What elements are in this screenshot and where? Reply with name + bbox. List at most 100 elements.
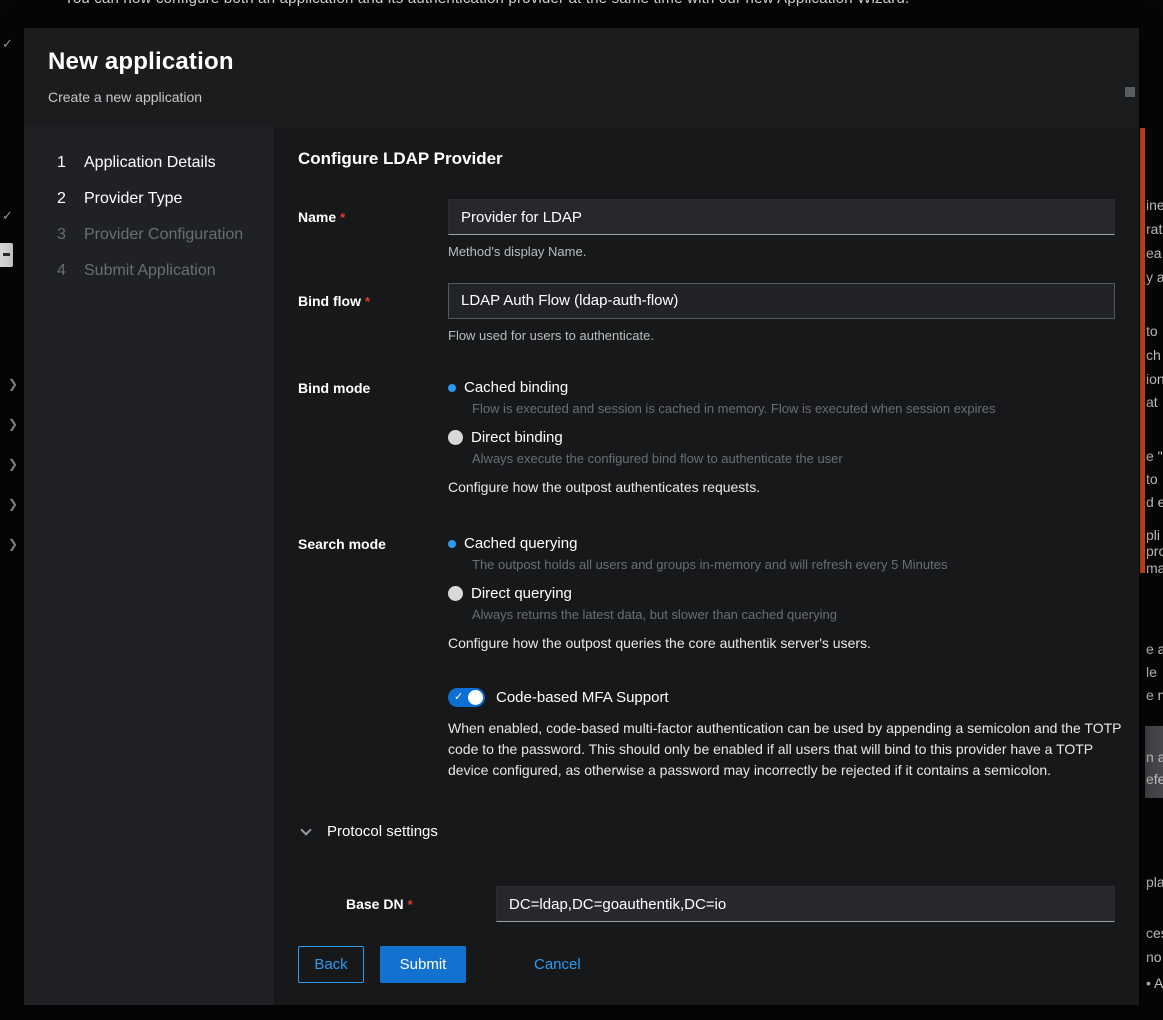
background-text-fragment: d e [1146,494,1163,510]
wizard-step-nav: 1 Application Details 2 Provider Type 3 … [24,127,274,1005]
background-text-fragment: y a [1146,269,1163,285]
toggle-check-icon: ✓ [454,690,463,703]
radio-unchecked-icon[interactable] [448,586,463,601]
background-text-fragment: n a [1146,749,1163,765]
background-text-fragment: e "o [1146,448,1163,464]
wizard-step-application-details[interactable]: 1 Application Details [24,145,274,181]
background-text-fragment: efe [1146,771,1163,787]
check-icon: ✓ [2,208,13,224]
cancel-button[interactable]: Cancel [528,946,587,983]
step-number: 2 [57,190,69,208]
mfa-toggle-row[interactable]: ✓ Code-based MFA Support [448,688,1115,707]
toggle-on-icon[interactable]: ✓ [448,688,485,707]
radio-description: Flow is executed and session is cached i… [472,401,1115,416]
sidebar-active-item [0,243,13,267]
background-text-fragment: ch [1146,347,1161,363]
step-number: 3 [57,226,69,244]
search-mode-label: Search mode [298,535,448,651]
background-text-fragment: ion [1146,371,1163,387]
step-label: Provider Configuration [84,226,243,244]
bind-mode-label: Bind mode [298,379,448,495]
base-dn-input[interactable] [496,886,1115,922]
mfa-help-text: When enabled, code-based multi-factor au… [448,718,1124,781]
protocol-settings-body: Base DN* [298,886,1115,922]
radio-checked-icon[interactable] [448,540,456,548]
back-button[interactable]: Back [298,946,364,983]
header-corner-icon [1125,87,1135,97]
wizard-title: New application [48,48,1107,76]
name-help-text: Method's display Name. [448,244,1115,259]
update-banner-text: You can now configure both an applicatio… [64,0,909,7]
radio-direct-binding[interactable]: Direct binding [448,429,1115,446]
radio-cached-binding[interactable]: Cached binding [448,379,1115,396]
step-number: 4 [57,262,69,280]
submit-button[interactable]: Submit [380,946,466,983]
background-text-fragment: pla [1146,874,1163,890]
required-asterisk: * [365,294,370,309]
background-text-fragment: • A valid Launch UR [1146,975,1163,991]
new-application-wizard-modal: New application Create a new application… [24,28,1139,1005]
wizard-subtitle: Create a new application [48,89,1107,105]
toggle-knob [468,690,483,705]
step-label: Submit Application [84,262,216,280]
step-label: Provider Type [84,190,182,208]
page-title: Configure LDAP Provider [298,149,1115,169]
background-text-fragment: at [1146,394,1158,410]
wizard-content: Configure LDAP Provider Name* Method's d… [274,127,1139,1005]
name-input[interactable] [448,199,1115,235]
required-asterisk: * [408,897,413,912]
chevron-right-icon: ❯ [8,377,18,391]
chevron-right-icon: ❯ [8,457,18,471]
field-name-row: Name* Method's display Name. [298,199,1115,259]
background-text-fragment: pli [1146,527,1160,543]
mfa-toggle-label: Code-based MFA Support [496,689,669,706]
page-scrollbar-thumb[interactable] [1140,128,1145,573]
field-bind-flow-row: Bind flow* LDAP Auth Flow (ldap-auth-flo… [298,283,1115,343]
wizard-step-provider-type[interactable]: 2 Provider Type [24,181,274,217]
chevron-right-icon: ❯ [8,417,18,431]
chevron-down-icon[interactable] [300,824,311,835]
bind-flow-label: Bind flow* [298,283,448,343]
name-label: Name* [298,199,448,259]
background-text-fragment: rat [1146,221,1162,237]
wizard-step-provider-configuration[interactable]: 3 Provider Configuration [24,217,274,253]
wizard-header: New application Create a new application [24,28,1139,127]
required-asterisk: * [340,210,345,225]
radio-cached-querying[interactable]: Cached querying [448,535,1115,552]
field-bind-mode-row: Bind mode Cached binding Flow is execute… [298,379,1115,495]
wizard-step-submit-application[interactable]: 4 Submit Application [24,253,274,289]
protocol-settings-label: Protocol settings [327,823,438,840]
field-search-mode-row: Search mode Cached querying The outpost … [298,535,1115,651]
step-label: Application Details [84,154,216,172]
bind-mode-help-text: Configure how the outpost authenticates … [448,479,1115,495]
chevron-right-icon: ❯ [8,497,18,511]
background-sidebar: ✓ ✓ ❯ ❯ ❯ ❯ ❯ [0,0,24,1020]
radio-description: Always execute the configured bind flow … [472,451,1115,466]
radio-direct-querying[interactable]: Direct querying [448,585,1115,602]
background-text-fragment: to [1146,471,1158,487]
search-mode-help-text: Configure how the outpost queries the co… [448,635,1115,651]
background-text-fragment: to [1146,323,1158,339]
protocol-settings-expander[interactable]: Protocol settings [298,823,1115,840]
chevron-right-icon: ❯ [8,537,18,551]
bind-flow-select[interactable]: LDAP Auth Flow (ldap-auth-flow) [448,283,1115,319]
background-text-fragment: e a [1146,641,1163,657]
base-dn-label: Base DN* [346,886,496,922]
background-text-fragment: ma [1146,560,1163,576]
radio-unchecked-icon[interactable] [448,430,463,445]
background-text-fragment: ine [1146,197,1163,213]
bind-flow-help-text: Flow used for users to authenticate. [448,328,1115,343]
background-text-fragment: no [1146,949,1162,965]
background-text-fragment: e n [1146,687,1163,703]
step-number: 1 [57,154,69,172]
field-base-dn-row: Base DN* [346,886,1115,922]
radio-checked-icon[interactable] [448,384,456,392]
background-text-fragment: ea [1146,245,1162,261]
background-text-fragment: pro [1146,543,1163,559]
field-mfa-row: ✓ Code-based MFA Support When enabled, c… [298,681,1115,781]
radio-description: Always returns the latest data, but slow… [472,607,1115,622]
radio-description: The outpost holds all users and groups i… [472,557,1115,572]
background-text-fragment: le [1146,664,1157,680]
wizard-footer: Back Submit Cancel [298,946,587,983]
check-icon: ✓ [2,36,13,52]
